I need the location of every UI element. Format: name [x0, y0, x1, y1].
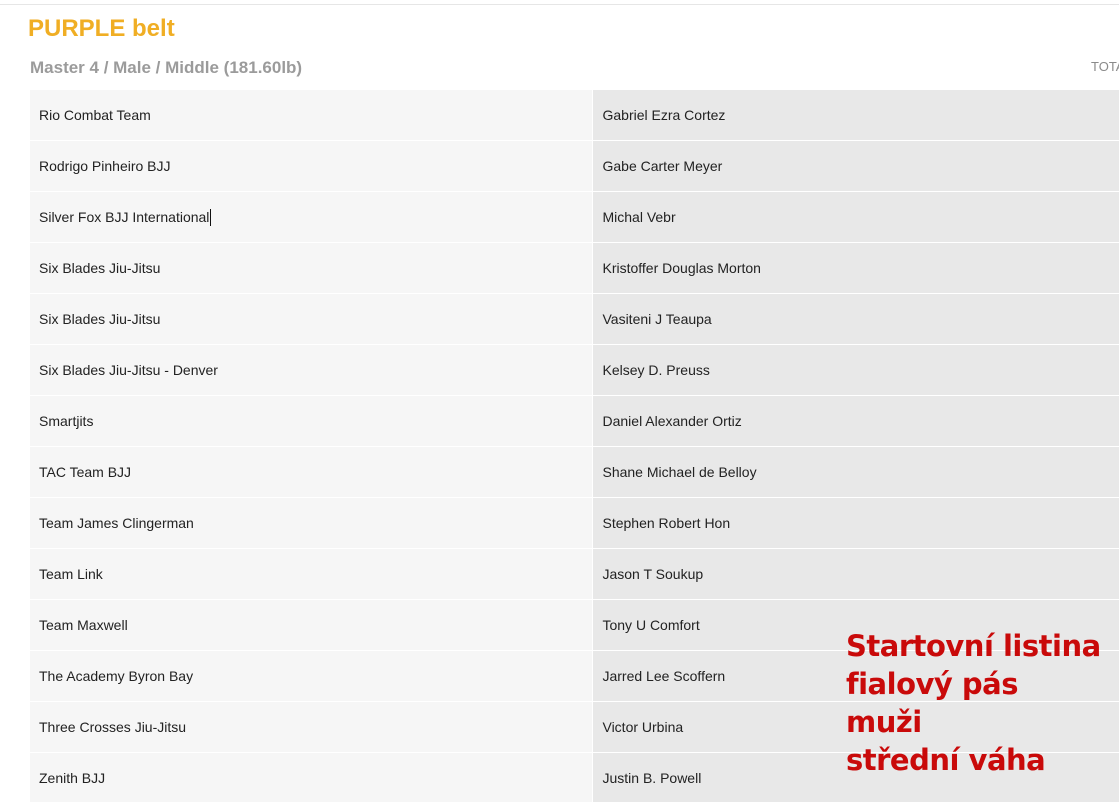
annotation-line: Startovní listina	[846, 629, 1101, 663]
table-row: Rodrigo Pinheiro BJJ Gabe Carter Meyer	[30, 141, 1119, 192]
team-cell: TAC Team BJJ	[30, 447, 593, 498]
belt-title: PURPLE belt	[28, 15, 175, 42]
table-row: Team Link Jason T Soukup	[30, 549, 1119, 600]
text-cursor	[210, 208, 212, 226]
table-row: Six Blades Jiu-Jitsu Kristoffer Douglas …	[30, 243, 1119, 294]
team-cell: Team James Clingerman	[30, 498, 593, 549]
team-cell-text: Silver Fox BJJ International	[39, 209, 210, 225]
annotation-line: muži	[846, 705, 922, 739]
top-divider	[0, 4, 1119, 5]
team-cell: Six Blades Jiu-Jitsu	[30, 294, 593, 345]
team-cell: Silver Fox BJJ International	[30, 192, 593, 243]
table-row: TAC Team BJJ Shane Michael de Belloy	[30, 447, 1119, 498]
athlete-cell[interactable]: Daniel Alexander Ortiz	[593, 396, 1119, 447]
table-row: Six Blades Jiu-Jitsu - Denver Kelsey D. …	[30, 345, 1119, 396]
team-cell: Team Maxwell	[30, 600, 593, 651]
athlete-cell[interactable]: Michal Vebr	[593, 192, 1119, 243]
table-row: Smartjits Daniel Alexander Ortiz	[30, 396, 1119, 447]
total-label: TOTA	[1091, 59, 1119, 74]
table-row: Six Blades Jiu-Jitsu Vasiteni J Teaupa	[30, 294, 1119, 345]
table-row: Rio Combat Team Gabriel Ezra Cortez	[30, 90, 1119, 141]
athlete-cell[interactable]: Stephen Robert Hon	[593, 498, 1119, 549]
overlay-annotation: Startovní listina fialový pás muži střed…	[846, 627, 1101, 779]
athlete-cell[interactable]: Shane Michael de Belloy	[593, 447, 1119, 498]
team-cell: Rodrigo Pinheiro BJJ	[30, 141, 593, 192]
athlete-cell[interactable]: Gabriel Ezra Cortez	[593, 90, 1119, 141]
athlete-cell[interactable]: Gabe Carter Meyer	[593, 141, 1119, 192]
table-row: Silver Fox BJJ International Michal Vebr	[30, 192, 1119, 243]
team-cell: Six Blades Jiu-Jitsu - Denver	[30, 345, 593, 396]
annotation-line: střední váha	[846, 743, 1046, 777]
team-cell: Zenith BJJ	[30, 753, 593, 802]
table-row: Team James Clingerman Stephen Robert Hon	[30, 498, 1119, 549]
team-cell: Six Blades Jiu-Jitsu	[30, 243, 593, 294]
team-cell: Three Crosses Jiu-Jitsu	[30, 702, 593, 753]
team-cell: Team Link	[30, 549, 593, 600]
athlete-cell[interactable]: Kelsey D. Preuss	[593, 345, 1119, 396]
team-cell: The Academy Byron Bay	[30, 651, 593, 702]
athlete-cell[interactable]: Kristoffer Douglas Morton	[593, 243, 1119, 294]
team-cell: Smartjits	[30, 396, 593, 447]
athlete-cell[interactable]: Jason T Soukup	[593, 549, 1119, 600]
athlete-cell[interactable]: Vasiteni J Teaupa	[593, 294, 1119, 345]
team-cell: Rio Combat Team	[30, 90, 593, 141]
annotation-line: fialový pás	[846, 667, 1018, 701]
division-category: Master 4 / Male / Middle (181.60lb)	[30, 58, 303, 77]
